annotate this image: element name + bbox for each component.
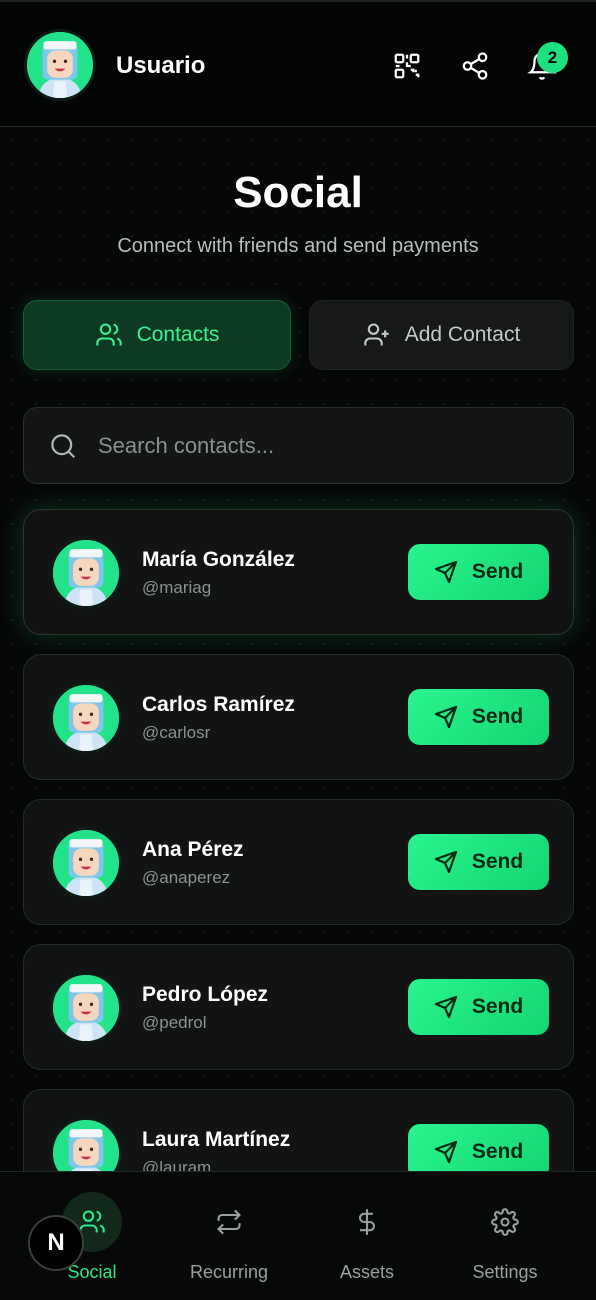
send-button[interactable]: Send <box>408 979 549 1035</box>
contact-handle: @mariag <box>142 578 212 597</box>
send-icon <box>434 850 457 874</box>
nav-label: Assets <box>339 1262 395 1282</box>
contact-card: Laura Martínez @lauram Send <box>23 1089 574 1171</box>
send-icon <box>434 995 457 1019</box>
search-box <box>23 407 574 484</box>
contact-handle: @carlosr <box>142 723 211 742</box>
contact-avatar <box>50 827 122 899</box>
nav-item-assets[interactable]: Assets <box>297 1172 437 1300</box>
search-icon <box>51 434 76 459</box>
send-button[interactable]: Send <box>408 1124 549 1171</box>
contact-avatar <box>50 972 122 1044</box>
contact-avatar <box>50 682 122 754</box>
contact-name: María González <box>142 548 295 571</box>
contact-handle: @anaperez <box>142 868 231 887</box>
send-button[interactable]: Send <box>408 689 549 745</box>
contact-card: María González @mariag Send <box>23 509 574 635</box>
tab-add-contact[interactable]: Add Contact <box>309 300 574 370</box>
send-button[interactable]: Send <box>408 544 549 600</box>
tab-add-contact-label: Add Contact <box>404 323 521 346</box>
users-icon <box>95 323 122 346</box>
share-icon[interactable] <box>455 46 495 86</box>
send-label: Send <box>471 995 524 1018</box>
contact-name: Laura Martínez <box>142 1128 291 1151</box>
top-bar: Usuario 2 <box>0 0 596 127</box>
notification-badge: 2 <box>537 42 568 73</box>
dollar-icon <box>337 1192 397 1252</box>
send-icon <box>434 705 457 729</box>
page-title: Social <box>233 168 363 217</box>
tab-contacts-label: Contacts <box>136 323 220 346</box>
qr-code-icon[interactable] <box>387 46 427 86</box>
contact-name: Ana Pérez <box>142 838 244 861</box>
contact-card: Carlos Ramírez @carlosr Send <box>23 654 574 780</box>
send-icon <box>434 560 457 584</box>
send-icon <box>434 1140 457 1164</box>
send-label: Send <box>471 560 524 583</box>
repeat-icon <box>199 1192 259 1252</box>
nav-label: Recurring <box>189 1262 269 1282</box>
contact-handle: @pedrol <box>142 1013 207 1032</box>
send-label: Send <box>471 850 524 873</box>
contact-avatar <box>50 1117 122 1171</box>
search-input[interactable] <box>98 426 548 466</box>
contact-card: Pedro López @pedrol Send <box>23 944 574 1070</box>
user-plus-icon <box>363 323 389 346</box>
contact-handle: @lauram <box>142 1158 212 1171</box>
username: Usuario <box>116 52 206 79</box>
nav-label: Settings <box>472 1262 538 1282</box>
bottom-nav: Social Recurring Assets Settings <box>0 1171 596 1300</box>
gear-icon <box>475 1192 535 1252</box>
nav-item-settings[interactable]: Settings <box>435 1172 575 1300</box>
contact-name: Pedro López <box>142 983 269 1006</box>
send-button[interactable]: Send <box>408 834 549 890</box>
page-subtitle: Connect with friends and send payments <box>117 235 479 257</box>
user-avatar[interactable] <box>24 29 96 101</box>
send-label: Send <box>471 1140 524 1163</box>
main-content: Social Connect with friends and send pay… <box>0 128 596 1171</box>
dev-tools-button[interactable]: N <box>28 1215 84 1271</box>
nav-item-recurring[interactable]: Recurring <box>159 1172 299 1300</box>
send-label: Send <box>471 705 524 728</box>
tab-contacts[interactable]: Contacts <box>23 300 291 370</box>
contact-name: Carlos Ramírez <box>142 693 295 716</box>
contact-avatar <box>50 537 122 609</box>
contact-card: Ana Pérez @anaperez Send <box>23 799 574 925</box>
